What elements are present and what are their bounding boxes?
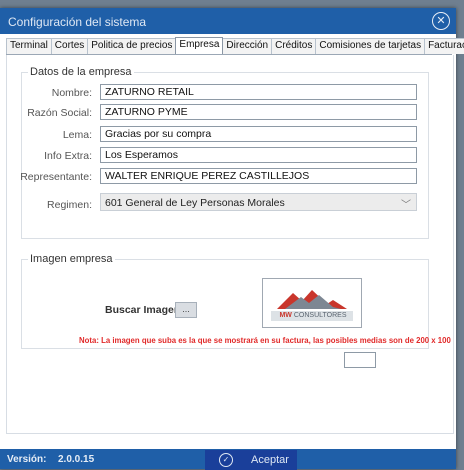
extra-info-field[interactable]: Los Esperamos: [100, 147, 417, 163]
tab-creditos[interactable]: Créditos: [271, 38, 317, 54]
slogan-label: Lema:: [62, 129, 92, 141]
regime-selected-value: 601 General de Ley Personas Morales: [105, 197, 285, 209]
name-label: Nombre:: [51, 87, 92, 99]
slogan-field[interactable]: Gracias por su compra: [100, 126, 417, 142]
accept-button[interactable]: ✓ Aceptar: [205, 450, 297, 470]
regime-select[interactable]: 601 General de Ley Personas Morales ﹀: [100, 193, 417, 211]
extra-info-label: Info Extra:: [44, 150, 92, 162]
logo-text-consultores: CONSULTORES: [293, 312, 347, 319]
footer-bar: Versión: 2.0.0.15 ✓ Aceptar: [0, 449, 456, 470]
check-circle-icon: ✓: [219, 453, 233, 467]
logo-text-mw: MW: [279, 312, 292, 319]
tab-politica-precios[interactable]: Politica de precios: [87, 38, 177, 54]
tab-empresa[interactable]: Empresa: [175, 37, 224, 54]
tab-comisiones-tarjetas[interactable]: Comisiones de tarjetas: [315, 38, 426, 54]
legal-name-label: Razón Social:: [27, 107, 92, 119]
version-value: 2.0.0.15: [58, 454, 95, 465]
legal-name-field[interactable]: ZATURNO PYME: [100, 104, 417, 120]
tab-cortes[interactable]: Cortes: [50, 38, 89, 54]
image-group-title: Imagen empresa: [28, 253, 115, 265]
tab-direccion[interactable]: Dirección: [222, 38, 273, 54]
company-logo: MW CONSULTORES: [262, 278, 362, 328]
title-bar: Configuración del sistema ✕: [0, 8, 456, 34]
chevron-down-icon: ﹀: [401, 200, 411, 211]
browse-image-label: Buscar Imagen:: [105, 304, 184, 316]
image-note: Nota: La imagen que suba es la que se mo…: [79, 336, 451, 345]
company-group-title: Datos de la empresa: [28, 66, 134, 78]
settings-window: Configuración del sistema ✕ Terminal Cor…: [0, 8, 464, 470]
close-icon[interactable]: ✕: [432, 12, 450, 30]
window-title: Configuración del sistema: [8, 15, 147, 29]
tab-bar: Terminal Cortes Politica de precios Empr…: [6, 37, 464, 55]
representative-field[interactable]: WALTER ENRIQUE PEREZ CASTILLEJOS: [100, 168, 417, 184]
name-field[interactable]: ZATURNO RETAIL: [100, 84, 417, 100]
version-label: Versión:: [7, 454, 47, 465]
tab-facturacion[interactable]: Facturación: [424, 38, 464, 54]
regime-label: Regimen:: [47, 199, 92, 211]
browse-image-button[interactable]: ...: [175, 302, 197, 318]
small-input-field[interactable]: [344, 352, 376, 368]
representative-label: Representante:: [20, 171, 92, 183]
tab-terminal[interactable]: Terminal: [6, 38, 52, 54]
accept-button-label: Aceptar: [251, 454, 289, 466]
